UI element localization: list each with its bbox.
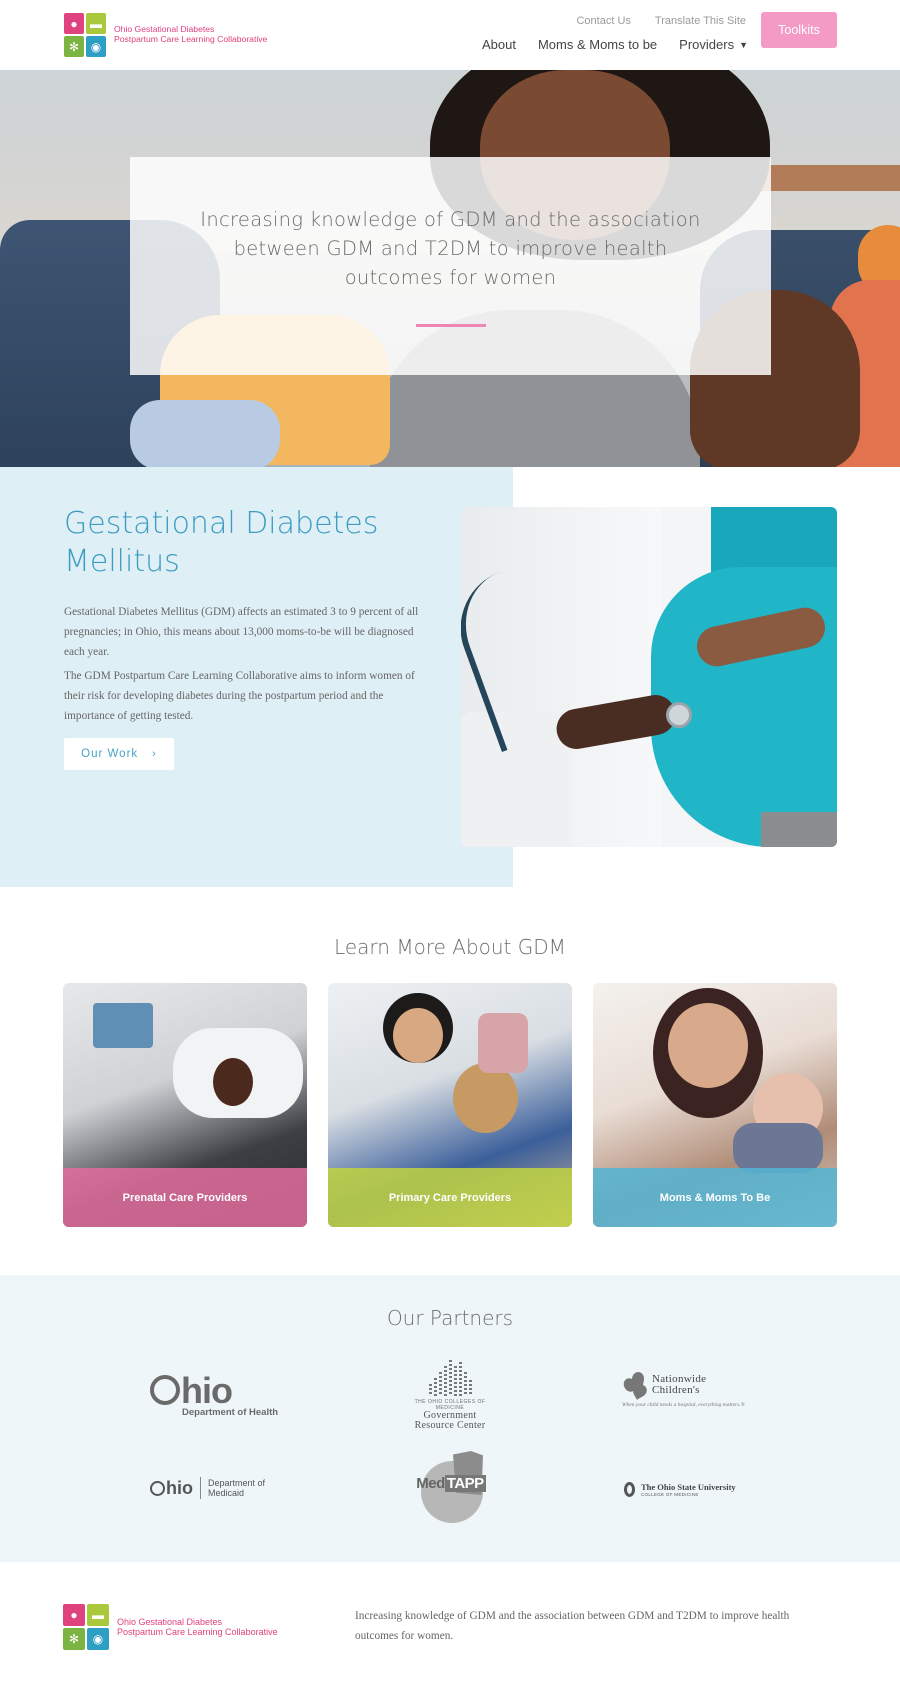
nch-wordmark: Nationwide Children's	[652, 1374, 706, 1396]
site-logo[interactable]: ● ▬ ✻ ◉ Ohio Gestational Diabetes Postpa…	[64, 13, 267, 57]
ohio-o-icon	[150, 1375, 180, 1405]
pregnant-woman-icon: ◉	[87, 1628, 109, 1650]
grc-line-2: Resource Center	[414, 1420, 486, 1431]
gdm-section: Gestational Diabetes Mellitus Gestationa…	[0, 467, 900, 887]
our-work-label: Our Work	[81, 748, 139, 760]
partners-section: Our Partners hio Department of Health TH…	[0, 1275, 900, 1562]
hero-photo-rail	[760, 165, 900, 191]
partner-ohio-state-college-of-medicine[interactable]: The Ohio State University COLLEGE OF MED…	[624, 1482, 736, 1497]
partner-medtapp[interactable]: Med TAPP	[411, 1451, 491, 1531]
photo-skirt	[761, 812, 837, 847]
chevron-right-icon: ›	[152, 748, 157, 760]
translate-site-link[interactable]: Translate This Site	[655, 15, 746, 27]
learn-more-title: Learn More About GDM	[334, 935, 566, 959]
medtapp-wordmark: Med TAPP	[411, 1475, 491, 1492]
footer-tagline: Increasing knowledge of GDM and the asso…	[355, 1610, 790, 1642]
chevron-down-icon: ▼	[739, 40, 748, 50]
nch-leaf-icon	[621, 1370, 650, 1400]
site-footer: ● ▬ ✻ ◉ Ohio Gestational Diabetes Postpa…	[0, 1562, 900, 1692]
gdm-paragraph: Gestational Diabetes Mellitus (GDM) affe…	[64, 606, 419, 658]
grc-bars-icon	[400, 1360, 500, 1396]
nch-row: Nationwide Children's	[621, 1370, 752, 1400]
partner-ohio-department-of-health[interactable]: hio Department of Health	[150, 1373, 280, 1418]
stethoscope-icon: ✻	[64, 36, 84, 57]
hero-photo-child-pants	[130, 400, 280, 467]
logo-wordmark: Ohio Gestational Diabetes Postpartum Car…	[114, 24, 268, 45]
card-label: Primary Care Providers	[328, 1168, 572, 1227]
ohio-health-sub: Department of Health	[182, 1407, 279, 1418]
nch-line-2: Children's	[652, 1384, 700, 1396]
osu-block-o-icon	[624, 1482, 635, 1497]
card-label: Moms & Moms To Be	[593, 1168, 837, 1227]
apple-icon: ●	[64, 13, 84, 34]
osu-line-1: The Ohio State University	[641, 1481, 736, 1492]
hero-banner: Increasing knowledge of GDM and the asso…	[0, 70, 900, 467]
footer-logo[interactable]: ● ▬ ✻ ◉ Ohio Gestational Diabetes Postpa…	[63, 1604, 278, 1650]
photo-baby-clothes	[733, 1123, 823, 1173]
shoe-icon: ▬	[86, 13, 106, 34]
card-label: Prenatal Care Providers	[63, 1168, 307, 1227]
hero-tagline: Increasing knowledge of GDM and the asso…	[200, 208, 701, 289]
stethoscope-icon: ✻	[63, 1628, 85, 1650]
ohio-word: hio	[181, 1370, 233, 1411]
partner-government-resource-center[interactable]: THE OHIO COLLEGES OF MEDICINE Government…	[400, 1360, 500, 1431]
logo-mark: ● ▬ ✻ ◉	[63, 1604, 109, 1650]
photo-anatomy-poster	[478, 1013, 528, 1073]
hero-overlay-box: Increasing knowledge of GDM and the asso…	[130, 157, 771, 375]
partner-ohio-department-of-medicaid[interactable]: hio Department of Medicaid	[150, 1477, 265, 1499]
logo-line-1: Ohio Gestational Diabetes	[117, 1616, 223, 1627]
pregnant-woman-icon: ◉	[86, 36, 106, 57]
nav-providers-label: Providers	[679, 37, 735, 52]
logo-mark: ● ▬ ✻ ◉	[64, 13, 106, 57]
toolkits-button[interactable]: Toolkits	[761, 12, 837, 48]
nav-about[interactable]: About	[482, 37, 516, 52]
gdm-title: Gestational Diabetes Mellitus	[64, 506, 379, 579]
card-prenatal-care-providers[interactable]: Prenatal Care Providers	[63, 983, 307, 1227]
nav-moms[interactable]: Moms & Moms to be	[538, 37, 657, 52]
logo-divider	[200, 1477, 201, 1499]
nav-providers[interactable]: Providers ▼	[679, 37, 748, 52]
photo-woman-face	[213, 1058, 253, 1106]
gdm-body: Gestational Diabetes Mellitus (GDM) affe…	[64, 602, 426, 726]
medicaid-dept: Department of Medicaid	[208, 1478, 265, 1498]
apple-icon: ●	[63, 1604, 85, 1626]
osu-line-2: COLLEGE OF MEDICINE	[641, 1491, 699, 1497]
partner-nationwide-childrens[interactable]: Nationwide Children's When your child ne…	[621, 1370, 752, 1408]
our-work-button[interactable]: Our Work ›	[64, 738, 174, 770]
ohio-wordmark: hio	[150, 1373, 280, 1409]
medtapp-med: Med	[416, 1475, 445, 1492]
doctor-stethoscope-photo	[461, 507, 837, 847]
photo-monitor	[93, 1003, 153, 1048]
logo-line-2: Postpartum Care Learning Collaborative	[114, 34, 268, 44]
logo-line-2: Postpartum Care Learning Collaborative	[117, 1627, 278, 1637]
card-primary-care-providers[interactable]: Primary Care Providers	[328, 983, 572, 1227]
osu-wordmark: The Ohio State University COLLEGE OF MED…	[641, 1481, 736, 1497]
ohio-o-icon	[150, 1480, 165, 1496]
gdm-paragraph: The GDM Postpartum Care Learning Collabo…	[64, 670, 415, 722]
stethoscope-icon	[666, 702, 692, 728]
ohio-wordmark: hio	[150, 1478, 193, 1499]
card-moms-to-be[interactable]: Moms & Moms To Be	[593, 983, 837, 1227]
photo-child-hair	[453, 1063, 518, 1133]
ohio-word: hio	[166, 1477, 193, 1498]
utility-nav: Contact Us Translate This Site	[576, 15, 746, 27]
nch-tagline: When your child needs a hospital, everyt…	[622, 1402, 745, 1408]
main-nav: About Moms & Moms to be Providers ▼	[482, 37, 748, 52]
medicaid-line-2: Medicaid	[208, 1488, 245, 1498]
photo-doctor-face	[393, 1008, 443, 1063]
medtapp-tapp: TAPP	[444, 1475, 486, 1492]
medicaid-line-1: Department of	[208, 1478, 266, 1488]
contact-us-link[interactable]: Contact Us	[576, 15, 630, 27]
logo-wordmark: Ohio Gestational Diabetes Postpartum Car…	[117, 1617, 278, 1638]
photo-mother-face	[668, 1003, 748, 1088]
hero-accent-rule	[415, 324, 486, 327]
partners-title: Our Partners	[386, 1306, 514, 1330]
shoe-icon: ▬	[87, 1604, 109, 1626]
site-header: ● ▬ ✻ ◉ Ohio Gestational Diabetes Postpa…	[0, 0, 900, 70]
